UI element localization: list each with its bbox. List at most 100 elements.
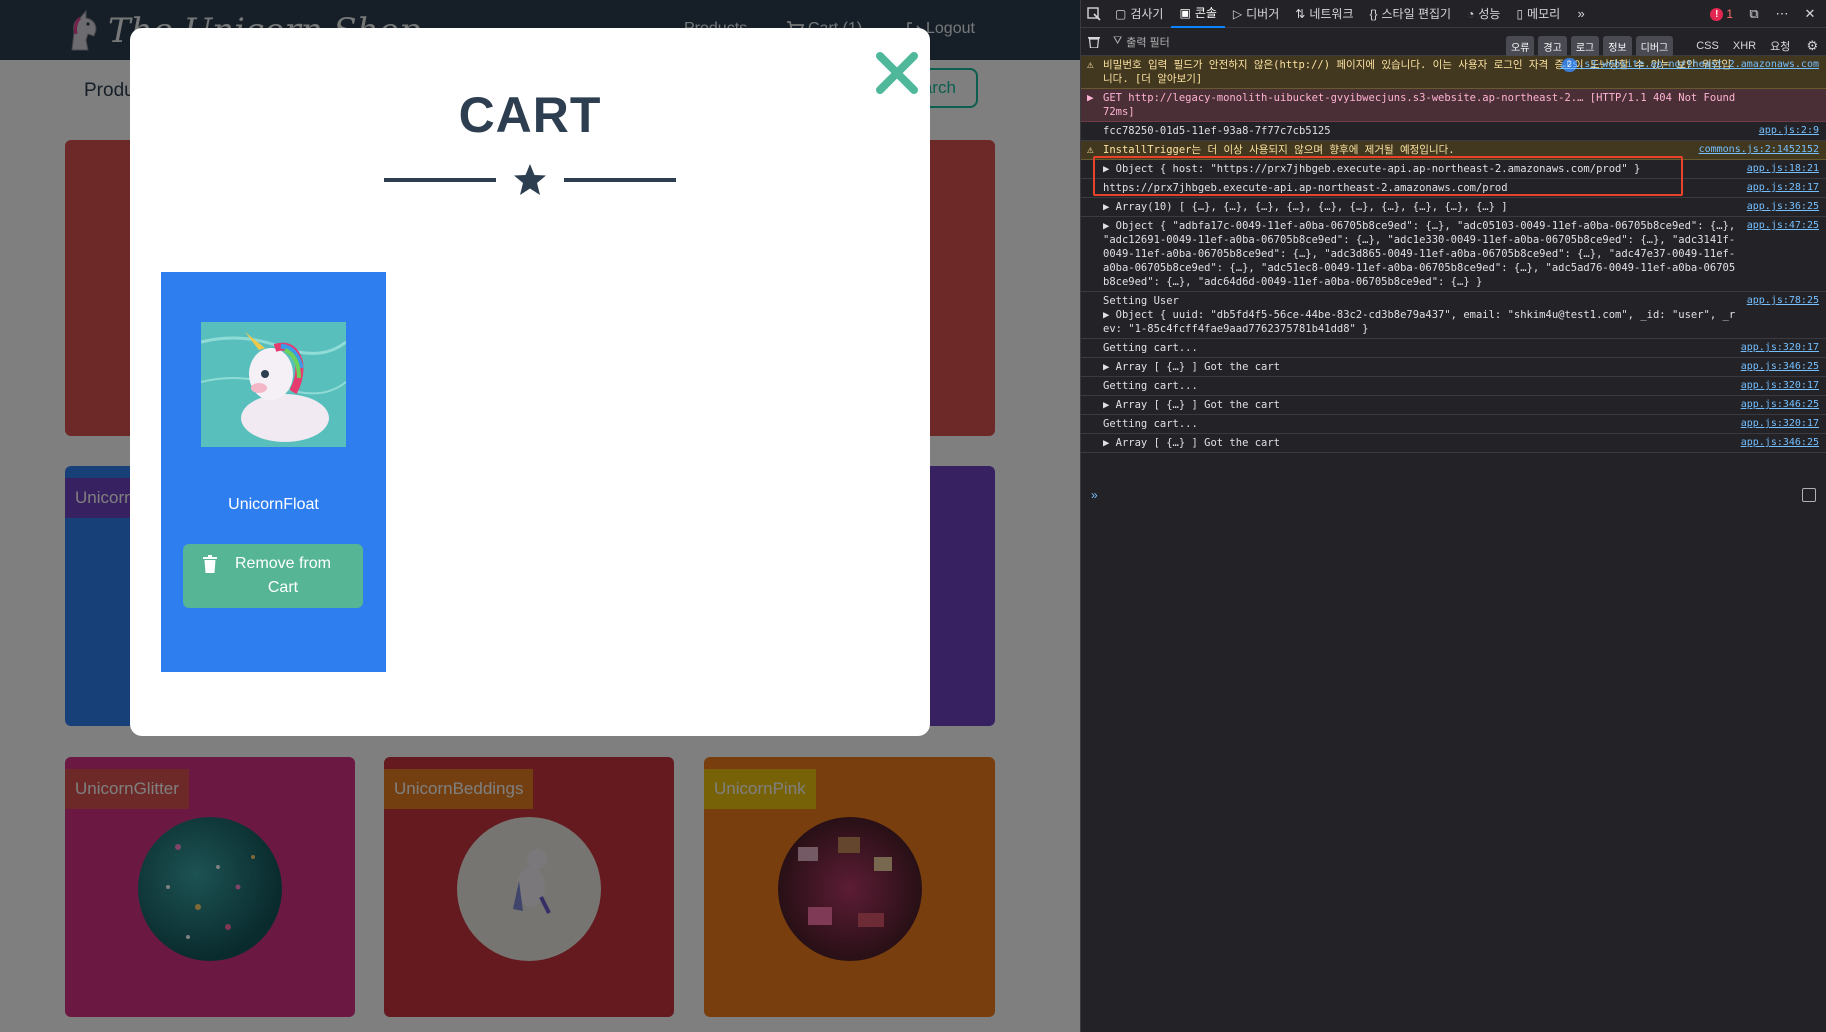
filter-requests-toggle[interactable]: 요청 [1765, 38, 1795, 54]
devtools-toolbar: ▢ 검사기 ▣ 콘솔 ▷ 디버거 ⇅ 네트워크 {} 스타일 편집기 ◔ 성능 ▯ 메모리 »… [1081, 0, 1826, 28]
console-message-text: Getting cart... [1103, 418, 1198, 430]
tab-label: 메모리 [1527, 7, 1561, 21]
console-message-text: Getting cart... [1103, 380, 1198, 392]
message-source-link[interactable]: app.js:320:17 [1741, 341, 1819, 355]
console-message[interactable]: Setting User ▶ Object { uuid: "db5fd4f5-… [1081, 292, 1826, 339]
message-source-link[interactable]: app.js:78:25 [1747, 294, 1819, 308]
filter-warnings-toggle[interactable]: 경고 [1538, 35, 1567, 57]
console-message[interactable]: ▶ Object { host: "https://prx7jhbgeb.exe… [1081, 160, 1826, 179]
console-message[interactable]: ⚠ InstallTrigger는 더 이상 사용되지 않으며 향후에 제거될 예… [1081, 141, 1826, 160]
console-message-text: ▶ Array [ {…} ] Got the cart [1103, 437, 1281, 449]
unicorn-float-image [201, 322, 346, 447]
tab-style-editor[interactable]: {} 스타일 편집기 [1362, 0, 1460, 28]
message-source-link[interactable]: app.js:346:25 [1741, 398, 1819, 412]
inspector-tab-icon: ▢ [1115, 6, 1127, 21]
console-message-text: https://prx7jhbgeb.execute-api.ap-northe… [1103, 182, 1508, 194]
tab-label: 디버거 [1246, 7, 1280, 21]
error-counter[interactable]: ! 1 [1704, 7, 1739, 21]
more-tabs-chevron-icon[interactable]: » [1568, 0, 1594, 28]
console-message-text: fcc78250-01d5-11ef-93a8-7f77c7cb5125 [1103, 125, 1331, 137]
item-name: UnicornFloat [228, 496, 319, 513]
memory-tab-icon: ▯ [1516, 6, 1524, 21]
console-message-text: ▶ Object { "adbfa17c-0049-11ef-a0ba-0670… [1103, 220, 1742, 288]
console-message-text: Setting User ▶ Object { uuid: "db5fd4f5-… [1103, 295, 1736, 335]
console-message-text: ▶ Array(10) [ {…}, {…}, {…}, {…}, {…}, {… [1103, 201, 1508, 213]
message-source-link[interactable]: app.js:2:9 [1759, 124, 1819, 138]
error-icon: ! [1710, 7, 1724, 21]
dock-side-icon[interactable]: ⧉ [1741, 0, 1767, 28]
divider-line-left [384, 178, 496, 182]
message-source-link[interactable]: app.js:28:17 [1747, 181, 1819, 195]
filter-errors-toggle[interactable]: 오류 [1506, 35, 1535, 57]
message-source-link[interactable]: app.js:346:25 [1741, 436, 1819, 450]
console-message[interactable]: ⚠ 비밀번호 입력 필드가 안전하지 않은(http://) 페이지에 있습니다.… [1081, 56, 1826, 89]
performance-tab-icon: ◔ [1467, 6, 1475, 21]
filter-xhr-toggle[interactable]: XHR [1728, 40, 1761, 52]
tab-console[interactable]: ▣ 콘솔 [1171, 0, 1225, 28]
console-message[interactable]: ▶ Array(10) [ {…}, {…}, {…}, {…}, {…}, {… [1081, 198, 1826, 217]
expand-arrow-icon: ▶ [1087, 91, 1094, 104]
cart-modal: CART UnicornFloat Remove from Cart [130, 28, 930, 736]
message-source-link[interactable]: app.js:47:25 [1747, 219, 1819, 233]
message-source-link[interactable]: …ns.s3-website.ap-northeast-2.amazonaws.… [1560, 58, 1819, 72]
message-source-link[interactable]: app.js:320:17 [1741, 417, 1819, 431]
style-editor-tab-icon: {} [1369, 6, 1378, 21]
devtools-toolbar-right: ! 1 ⧉ ⋯ ✕ [1704, 0, 1823, 28]
filter-info-toggle[interactable]: 정보 [1603, 35, 1632, 57]
element-picker-icon[interactable] [1081, 0, 1107, 28]
modal-title: CART [458, 87, 602, 143]
tab-performance[interactable]: ◔ 성능 [1459, 0, 1508, 28]
item-image [201, 322, 346, 447]
tab-network[interactable]: ⇅ 네트워크 [1287, 0, 1361, 28]
divider-line-right [564, 178, 676, 182]
filter-output-input[interactable]: ⛛ 출력 필터 [1113, 34, 1473, 50]
console-filter-bar: ⛛ 출력 필터 오류 경고 로그 정보 디버그 CSS XHR 요청 ⚙ [1081, 28, 1826, 57]
message-source-link[interactable]: app.js:18:21 [1747, 162, 1819, 176]
message-source-link[interactable]: commons.js:2:1452152 [1699, 143, 1819, 157]
message-source-link[interactable]: app.js:320:17 [1741, 379, 1819, 393]
console-message[interactable]: https://prx7jhbgeb.execute-api.ap-northe… [1081, 179, 1826, 198]
filter-css-toggle[interactable]: CSS [1691, 40, 1724, 52]
console-message-text: ▶ Object { host: "https://prx7jhbgeb.exe… [1103, 163, 1641, 175]
filter-debug-toggle[interactable]: 디버그 [1635, 35, 1674, 57]
network-tab-icon: ⇅ [1295, 6, 1306, 21]
remove-from-cart-button[interactable]: Remove from Cart [183, 544, 363, 608]
clear-console-trash-icon[interactable] [1081, 28, 1107, 56]
message-source-link[interactable]: app.js:346:25 [1741, 360, 1819, 374]
console-message-text: ▶ Array [ {…} ] Got the cart [1103, 399, 1281, 411]
console-message[interactable]: ▶ Array [ {…} ] Got the cart app.js:346:2… [1081, 358, 1826, 377]
remove-button-label: Remove from Cart [234, 555, 332, 596]
console-message[interactable]: Getting cart... app.js:320:17 [1081, 377, 1826, 396]
debugger-tab-icon: ▷ [1232, 6, 1243, 21]
more-options-icon[interactable]: ⋯ [1769, 0, 1795, 28]
console-tab-icon: ▣ [1179, 5, 1191, 20]
trash-icon [203, 555, 217, 573]
tab-label: 콘솔 [1194, 6, 1217, 20]
console-input-prompt[interactable]: » [1091, 488, 1098, 502]
console-message-text: InstallTrigger는 더 이상 사용되지 않으며 향후에 제거될 예정… [1103, 144, 1455, 156]
message-source-link[interactable]: app.js:36:25 [1747, 200, 1819, 214]
console-message[interactable]: ▶ Array [ {…} ] Got the cart app.js:346:2… [1081, 434, 1826, 453]
warning-icon: ⚠ [1087, 143, 1094, 156]
tab-inspector[interactable]: ▢ 검사기 [1107, 0, 1171, 28]
console-message[interactable]: Getting cart... app.js:320:17 [1081, 339, 1826, 358]
console-message[interactable]: ▶ GET http://legacy-monolith-uibucket-gvy… [1081, 89, 1826, 122]
filter-logs-toggle[interactable]: 로그 [1570, 35, 1600, 57]
filter-funnel-icon: ⛛ [1113, 35, 1123, 47]
console-message-text: Getting cart... [1103, 342, 1198, 354]
console-message[interactable]: ▶ Object { "adbfa17c-0049-11ef-a0ba-0670… [1081, 217, 1826, 292]
tab-debugger[interactable]: ▷ 디버거 [1225, 0, 1287, 28]
filter-placeholder: 출력 필터 [1126, 36, 1170, 49]
tab-label: 스타일 편집기 [1381, 7, 1452, 21]
console-output: ⚠ 비밀번호 입력 필드가 안전하지 않은(http://) 페이지에 있습니다.… [1081, 56, 1826, 453]
star-icon [514, 164, 546, 195]
close-devtools-icon[interactable]: ✕ [1797, 0, 1823, 28]
sidebar-toggle-icon[interactable] [1802, 488, 1816, 502]
tab-label: 네트워크 [1309, 7, 1354, 21]
error-count: 1 [1726, 7, 1733, 21]
console-message[interactable]: ▶ Array [ {…} ] Got the cart app.js:346:2… [1081, 396, 1826, 415]
console-message[interactable]: Getting cart... app.js:320:17 [1081, 415, 1826, 434]
devtools-panel: ▢ 검사기 ▣ 콘솔 ▷ 디버거 ⇅ 네트워크 {} 스타일 편집기 ◔ 성능 ▯ 메모리 »… [1080, 0, 1826, 1032]
console-message[interactable]: fcc78250-01d5-11ef-93a8-7f77c7cb5125 app.… [1081, 122, 1826, 141]
tab-memory[interactable]: ▯ 메모리 [1508, 0, 1568, 28]
